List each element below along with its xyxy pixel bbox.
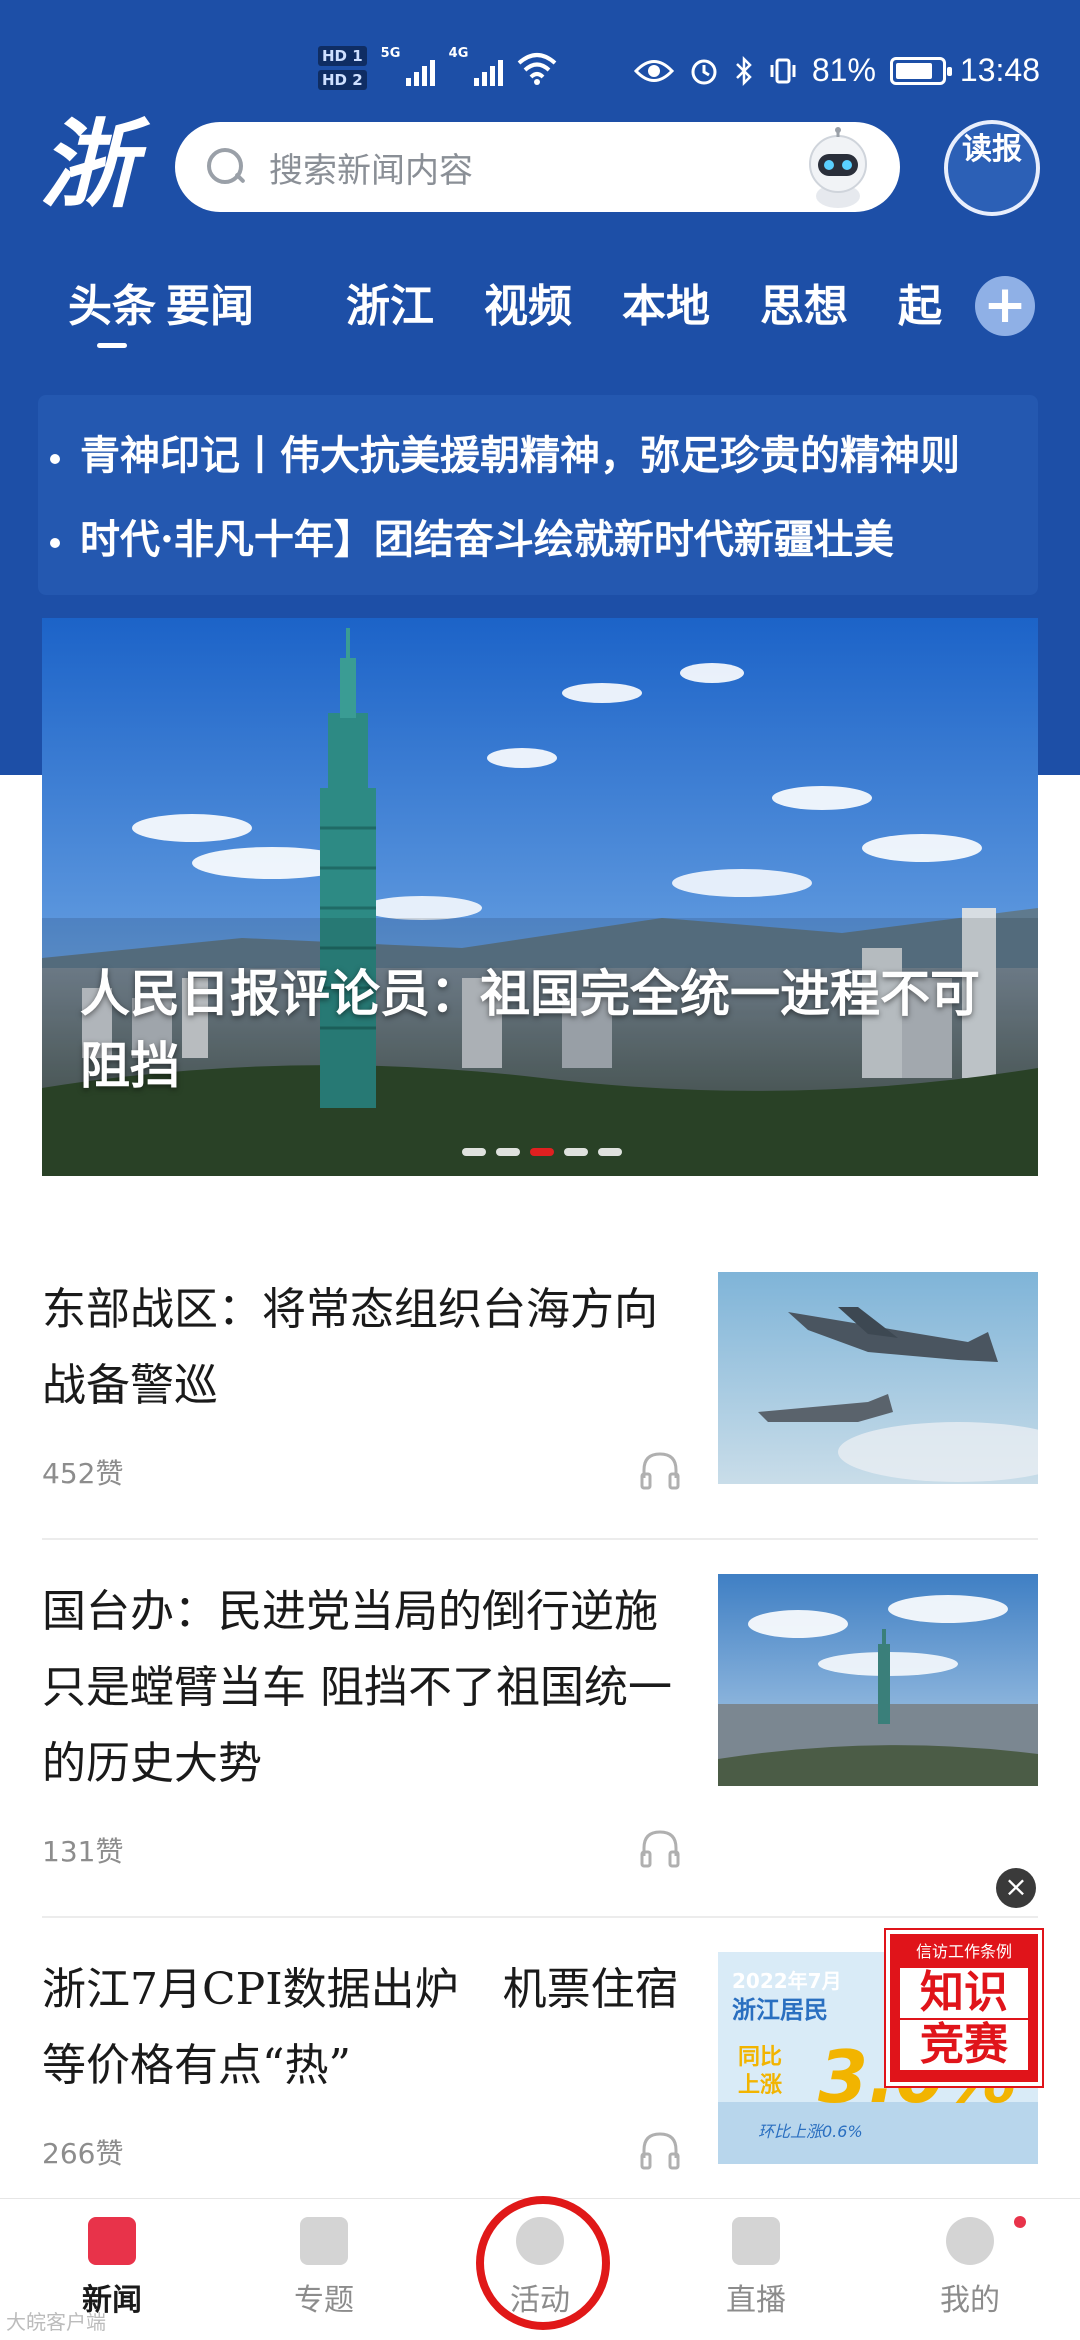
news-likes: 452赞 bbox=[42, 1457, 124, 1490]
news-item[interactable]: 国台办：民进党当局的倒行逆施只是螳臂当车 阻挡不了祖国统一的历史大势 131赞 bbox=[42, 1574, 1038, 1868]
hd1-badge: HD 1 bbox=[318, 46, 367, 66]
battery-icon bbox=[889, 56, 952, 85]
divider bbox=[42, 1916, 1038, 1918]
news-thumbnail[interactable] bbox=[718, 1574, 1038, 1786]
hd2-badge: HD 2 bbox=[318, 70, 367, 90]
tab-video[interactable]: 视频 bbox=[484, 270, 572, 334]
clock: 13:48 bbox=[959, 52, 1040, 88]
news-title[interactable]: 浙江7月CPI数据出炉 机票住宿等价格有点“热” bbox=[42, 1952, 682, 2104]
news-likes: 266赞 bbox=[42, 2137, 124, 2170]
ticker-text: 青神印记丨伟大抗美援朝精神，弥足珍贵的精神则 bbox=[80, 432, 960, 479]
read-paper-button[interactable]: 读报 bbox=[944, 120, 1040, 216]
search-placeholder: 搜索新闻内容 bbox=[269, 150, 473, 191]
status-bar: HD 1 HD 2 5G 4G 81% 13:48 bbox=[0, 0, 1080, 110]
ticker-text: 时代·非凡十年】团结奋斗绘就新时代新疆壮美 bbox=[80, 516, 894, 563]
nav-label: 专题 bbox=[294, 2283, 354, 2318]
news-item[interactable]: 东部战区：将常态组织台海方向战备警巡 452赞 bbox=[42, 1272, 1038, 1502]
tab-yaowen[interactable]: 要闻 bbox=[166, 270, 254, 334]
carousel-dot[interactable] bbox=[462, 1148, 486, 1156]
promo-title-2: 竞赛 bbox=[900, 2020, 1028, 2070]
carousel-dot[interactable] bbox=[530, 1148, 554, 1156]
profile-icon bbox=[946, 2217, 994, 2265]
app-logo[interactable]: 浙 bbox=[40, 110, 150, 220]
nav-label: 直播 bbox=[726, 2283, 786, 2318]
cpi-mom: 环比上涨0.6% bbox=[758, 2122, 863, 2141]
watermark: 大皖客户端 bbox=[6, 2310, 106, 2334]
notification-dot bbox=[1014, 2216, 1026, 2228]
status-icons: 81% 13:48 bbox=[633, 52, 1040, 89]
signal-5g-icon: 5G bbox=[380, 46, 435, 88]
cpi-region: 浙江居民 bbox=[732, 1996, 828, 2024]
add-channel-button[interactable]: + bbox=[975, 276, 1035, 336]
nav-label: 我的 bbox=[940, 2283, 1000, 2318]
tab-thought[interactable]: 思想 bbox=[760, 270, 848, 334]
news-title[interactable]: 东部战区：将常态组织台海方向战备警巡 bbox=[42, 1272, 682, 1424]
signal-4g-icon: 4G bbox=[448, 46, 503, 88]
battery-percent: 81% bbox=[811, 52, 876, 88]
hd-badges: HD 1 HD 2 bbox=[318, 46, 367, 90]
nav-me[interactable]: 我的 bbox=[900, 2217, 1040, 2319]
close-ad-button[interactable]: × bbox=[996, 1868, 1036, 1908]
headphone-icon[interactable] bbox=[638, 2128, 682, 2172]
quiz-promo[interactable]: 信访工作条例 知识 竞赛 bbox=[886, 1930, 1042, 2086]
banner-title[interactable]: 人民日报评论员：祖国完全统一进程不可阻挡 bbox=[80, 958, 1010, 1102]
search-bar[interactable]: 搜索新闻内容 bbox=[175, 122, 900, 212]
promo-title-1: 知识 bbox=[900, 1968, 1028, 2018]
network-indicators: HD 1 HD 2 5G 4G bbox=[318, 46, 557, 90]
headline-ticker: 青神印记丨伟大抗美援朝精神，弥足珍贵的精神则 时代·非凡十年】团结奋斗绘就新时代… bbox=[38, 395, 1038, 595]
cpi-date: 2022年7月 bbox=[732, 1969, 842, 1993]
carousel-indicator bbox=[462, 1148, 622, 1156]
news-icon bbox=[88, 2217, 136, 2265]
tab-toutiao[interactable]: 头条 bbox=[68, 270, 156, 334]
ticker-item[interactable]: 时代·非凡十年】团结奋斗绘就新时代新疆壮美 bbox=[50, 507, 1038, 565]
alarm-icon bbox=[691, 59, 717, 84]
bullet-icon bbox=[50, 538, 60, 548]
net2-label: 4G bbox=[448, 46, 469, 61]
divider bbox=[42, 1538, 1038, 1540]
highlight-circle bbox=[476, 2196, 610, 2330]
news-likes: 131赞 bbox=[42, 1835, 124, 1868]
promo-subtitle: 信访工作条例 bbox=[915, 1942, 1012, 1961]
net1-label: 5G bbox=[380, 46, 401, 61]
tab-zhejiang[interactable]: 浙江 bbox=[346, 270, 434, 334]
nav-topics[interactable]: 专题 bbox=[254, 2217, 394, 2319]
nav-news[interactable]: 新闻 bbox=[42, 2217, 182, 2319]
wifi-icon bbox=[517, 53, 556, 85]
eye-icon bbox=[633, 59, 674, 82]
channel-tabs: 头条 要闻 浙江 视频 本地 思想 起 bbox=[0, 270, 1080, 350]
carousel-dot[interactable] bbox=[496, 1148, 520, 1156]
bluetooth-icon bbox=[735, 55, 752, 86]
live-icon bbox=[732, 2217, 780, 2265]
news-thumbnail[interactable] bbox=[718, 1272, 1038, 1484]
news-title[interactable]: 国台办：民进党当局的倒行逆施只是螳臂当车 阻挡不了祖国统一的历史大势 bbox=[42, 1574, 682, 1802]
carousel-dot[interactable] bbox=[598, 1148, 622, 1156]
carousel-dot[interactable] bbox=[564, 1148, 588, 1156]
cpi-yoy-label: 同比 bbox=[738, 2045, 782, 2070]
robot-assistant-icon[interactable] bbox=[798, 126, 878, 210]
cpi-up-label: 上涨 bbox=[738, 2073, 782, 2098]
search-icon bbox=[205, 146, 247, 188]
headphone-icon[interactable] bbox=[638, 1448, 682, 1492]
bullet-icon bbox=[50, 454, 60, 464]
tab-qi[interactable]: 起 bbox=[898, 270, 942, 334]
banner-carousel[interactable]: 人民日报评论员：祖国完全统一进程不可阻挡 bbox=[42, 618, 1038, 1176]
tab-local[interactable]: 本地 bbox=[622, 270, 710, 334]
nav-live[interactable]: 直播 bbox=[686, 2217, 826, 2319]
ticker-item[interactable]: 青神印记丨伟大抗美援朝精神，弥足珍贵的精神则 bbox=[50, 423, 1038, 481]
topics-icon bbox=[300, 2217, 348, 2265]
vibrate-icon bbox=[770, 58, 796, 83]
headphone-icon[interactable] bbox=[638, 1826, 682, 1870]
